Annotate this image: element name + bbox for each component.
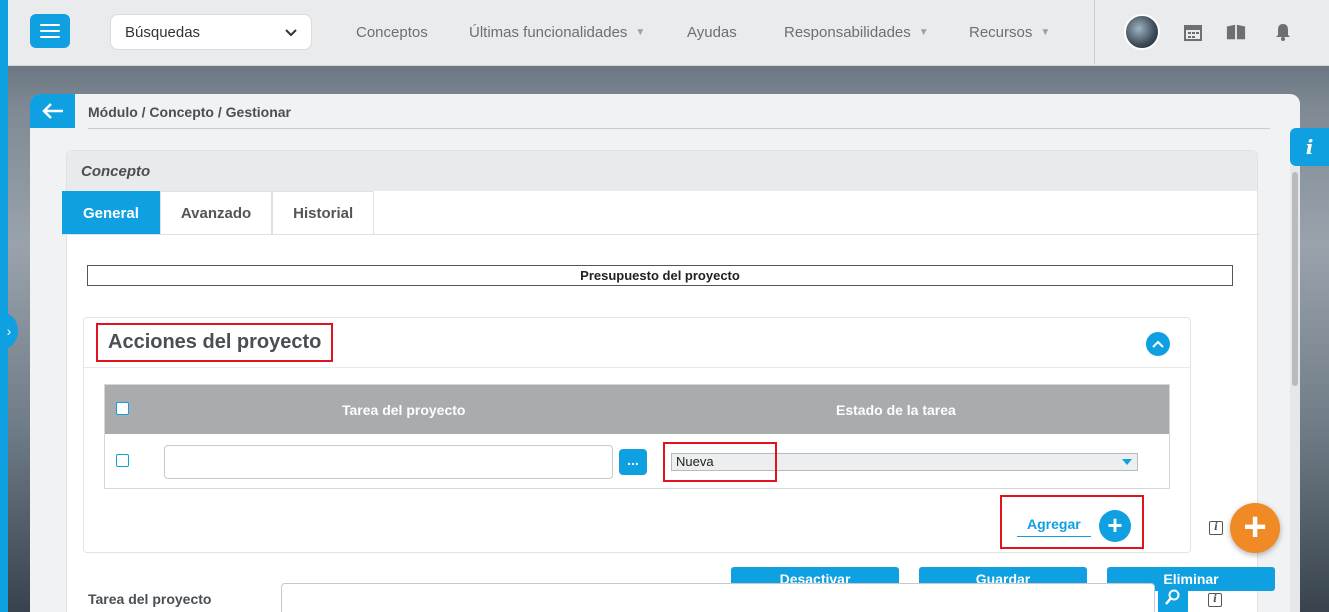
row-checkbox[interactable] <box>116 454 129 467</box>
caret-down-icon: ▼ <box>635 26 646 38</box>
table-header: Tarea del proyecto Estado de la tarea <box>105 385 1169 434</box>
tab-historial[interactable]: Historial <box>272 191 375 234</box>
bell-icon[interactable] <box>1273 22 1293 42</box>
task-input[interactable] <box>164 445 613 479</box>
book-icon[interactable] <box>1226 22 1246 42</box>
breadcrumb: Módulo / Concepto / Gestionar <box>88 104 291 120</box>
top-divider <box>1094 0 1095 64</box>
chevron-down-icon <box>285 25 297 40</box>
sidebar-toggle-chevron-icon[interactable]: › <box>0 312 18 350</box>
hamburger-menu-icon[interactable] <box>30 14 70 48</box>
column-header-state: Estado de la tarea <box>836 402 956 418</box>
add-fab-plus-icon[interactable]: + <box>1230 503 1280 553</box>
tabs-divider <box>62 234 1260 235</box>
budget-section-header: Presupuesto del proyecto <box>87 265 1233 286</box>
search-icon[interactable] <box>1158 588 1188 612</box>
nav-item-conceptos[interactable]: Conceptos <box>356 0 428 64</box>
back-arrow-icon[interactable] <box>30 94 75 128</box>
search-select[interactable]: Búsquedas <box>110 14 312 50</box>
divider <box>84 367 1190 368</box>
caret-down-icon: ▼ <box>918 26 929 38</box>
task-field-label: Tarea del proyecto <box>88 591 212 607</box>
add-link[interactable]: Agregar <box>1017 516 1091 537</box>
top-bar: Búsquedas Conceptos Últimas funcionalida… <box>8 0 1329 66</box>
nav-item-recursos[interactable]: Recursos ▼ <box>969 0 1050 64</box>
nav-item-ultimas-funcionalidades[interactable]: Últimas funcionalidades ▼ <box>469 0 645 64</box>
nav-item-responsabilidades[interactable]: Responsabilidades ▼ <box>784 0 929 64</box>
select-all-checkbox[interactable] <box>116 402 129 415</box>
nav-item-ayudas[interactable]: Ayudas <box>687 0 737 64</box>
tab-bar: General Avanzado Historial <box>62 191 375 235</box>
info-tab-icon[interactable]: i <box>1290 128 1329 166</box>
scrollbar-thumb[interactable] <box>1292 172 1298 386</box>
add-action-highlight: Agregar + <box>1000 495 1144 549</box>
actions-title-highlight: Acciones del proyecto <box>96 323 334 362</box>
add-plus-icon[interactable]: + <box>1099 510 1131 542</box>
info-icon[interactable]: i <box>1208 593 1222 607</box>
left-strip <box>0 0 8 612</box>
tab-avanzado[interactable]: Avanzado <box>159 191 273 234</box>
user-avatar[interactable] <box>1124 14 1160 50</box>
state-highlight <box>663 442 777 482</box>
collapse-chevron-up-icon[interactable] <box>1146 332 1170 356</box>
calendar-icon[interactable] <box>1183 22 1203 42</box>
task-field-input[interactable] <box>281 583 1155 612</box>
actions-title: Acciones del proyecto <box>108 331 322 353</box>
actions-table: Tarea del proyecto Estado de la tarea ..… <box>104 384 1170 489</box>
concept-title: Concepto <box>81 163 151 180</box>
lookup-button[interactable]: ... <box>619 449 647 475</box>
tab-general[interactable]: General <box>62 191 160 234</box>
divider <box>88 128 1270 129</box>
caret-down-icon: ▼ <box>1040 26 1051 38</box>
column-header-task: Tarea del proyecto <box>342 402 466 418</box>
concept-header: Concepto <box>67 151 1257 191</box>
dropdown-arrow-icon <box>1122 459 1132 465</box>
search-select-value: Búsquedas <box>125 23 201 41</box>
info-icon[interactable]: i <box>1209 521 1223 535</box>
